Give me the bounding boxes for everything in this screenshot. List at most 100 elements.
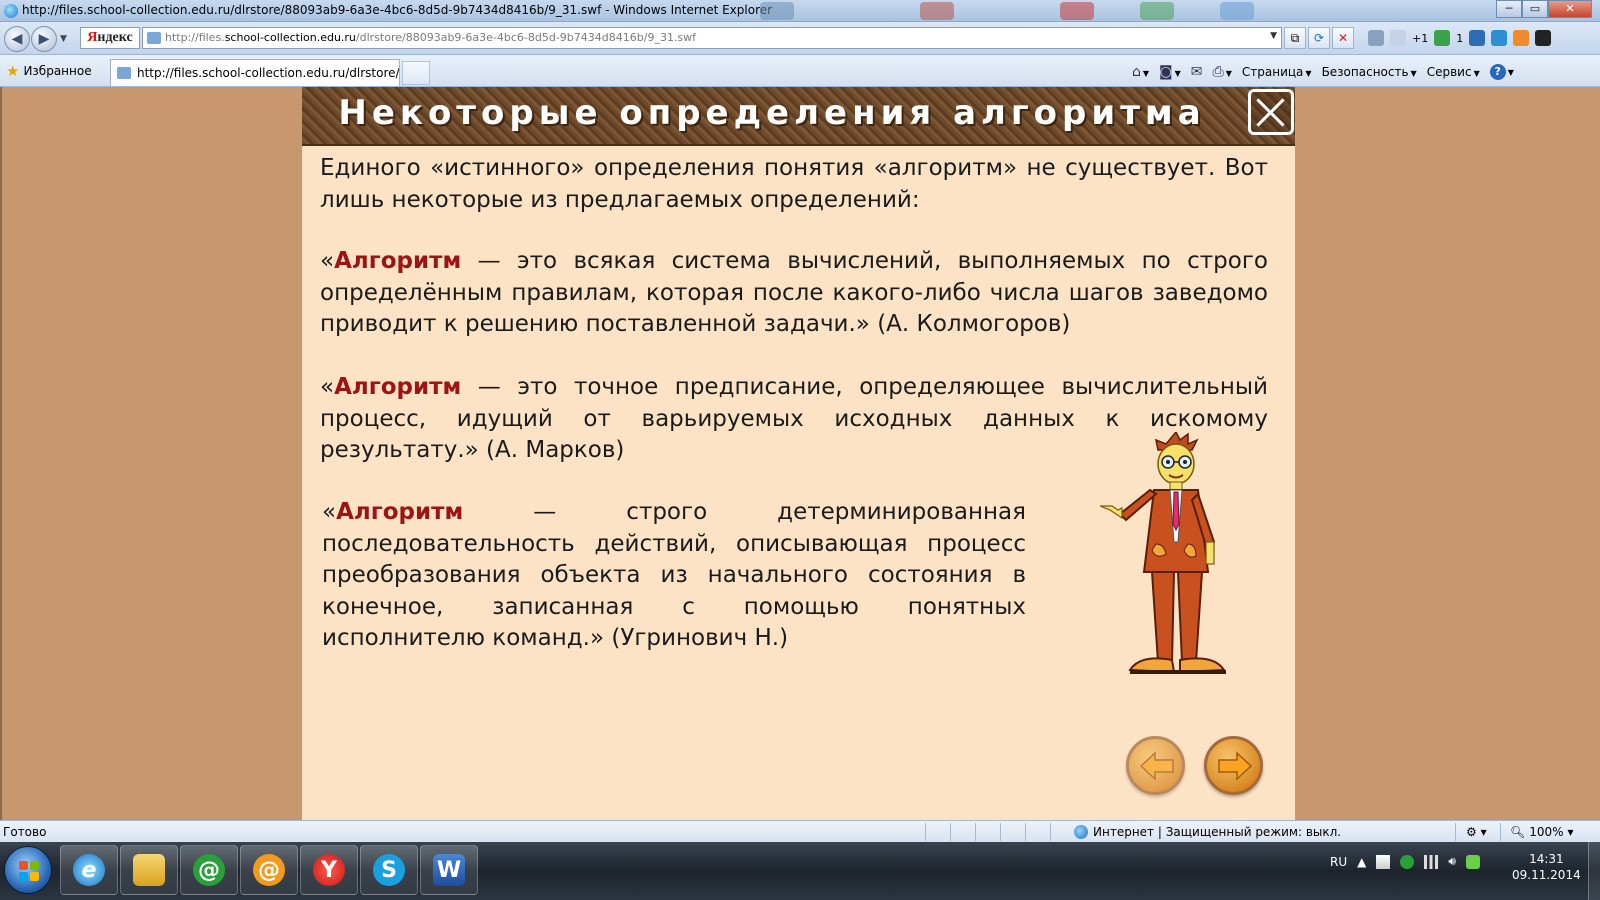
read-mail-button[interactable]: ✉ xyxy=(1191,64,1203,80)
mailru-icon: @ xyxy=(253,854,285,886)
favorites-button[interactable]: ★ Избранное xyxy=(6,61,92,81)
stop-icon: ✕ xyxy=(1337,31,1349,45)
help-menu[interactable]: ? ▼ xyxy=(1489,64,1514,80)
desktop-reflection-decoration xyxy=(760,2,794,20)
minimize-button[interactable]: ─ xyxy=(1496,0,1522,18)
term-algorithm: Алгоритм xyxy=(336,499,464,525)
taskbar-skype-button[interactable]: S xyxy=(360,845,418,895)
url-path: /dlrstore/88093ab9-6a3e-4bc6-8d5d-9b7434… xyxy=(355,31,697,44)
translate-icon[interactable] xyxy=(1491,30,1508,46)
show-desktop-button[interactable] xyxy=(1588,842,1600,900)
status-separator xyxy=(1050,823,1051,841)
stop-button[interactable]: ✕ xyxy=(1332,27,1354,49)
tools-menu-label: Сервис xyxy=(1426,65,1472,79)
clock-date: 09.11.2014 xyxy=(1512,868,1581,882)
print-button[interactable]: ⎙ ▼ xyxy=(1213,64,1232,80)
compatibility-icon: ⧉ xyxy=(1290,31,1300,45)
address-bar: ◀ ▶ ▼ Яндекс http://files.school-collect… xyxy=(0,22,1600,55)
show-hidden-icons-icon[interactable]: ▲ xyxy=(1357,855,1366,869)
url-dropdown-icon[interactable]: ▼ xyxy=(1270,31,1277,41)
tools-addon-icon[interactable] xyxy=(1513,30,1530,46)
close-window-button[interactable]: ✕ xyxy=(1548,0,1592,18)
desktop-reflection-decoration xyxy=(1140,2,1174,20)
yandex-button[interactable]: Яндекс xyxy=(80,27,140,49)
forward-arrow-icon: ▶ xyxy=(38,31,50,47)
rss-icon: ◙ xyxy=(1159,64,1173,80)
mail-agent-tray-icon[interactable] xyxy=(1400,854,1415,869)
protected-mode-icon[interactable]: ⚙ ▾ xyxy=(1466,825,1487,839)
forward-button[interactable]: ▶ xyxy=(31,26,57,52)
star-icon: ★ xyxy=(6,62,20,80)
status-separator xyxy=(1455,823,1456,841)
start-button[interactable] xyxy=(4,846,52,894)
professor-character-illustration xyxy=(1099,432,1226,674)
new-tab-button[interactable] xyxy=(402,61,430,85)
network-icon[interactable] xyxy=(1424,854,1439,869)
maximize-button[interactable]: ▭ xyxy=(1522,0,1548,18)
taskbar-mailru-button[interactable]: @ xyxy=(240,845,298,895)
flag-icon[interactable] xyxy=(1376,854,1391,869)
page-content: Некоторые определения алгоритма Единого … xyxy=(0,87,1600,820)
clock[interactable]: 14:31 09.11.2014 xyxy=(1512,851,1581,883)
recent-pages-dropdown[interactable]: ▼ xyxy=(60,34,67,44)
safety-menu-label: Безопасность xyxy=(1321,65,1409,79)
taskbar-yandex-browser-button[interactable]: Y xyxy=(300,845,358,895)
help-icon: ? xyxy=(1489,64,1506,80)
folder-icon xyxy=(133,854,165,886)
status-separator xyxy=(1000,823,1001,841)
language-indicator[interactable]: RU xyxy=(1330,855,1347,869)
clock-time: 14:31 xyxy=(1529,852,1564,866)
refresh-button[interactable]: ⟳ xyxy=(1308,27,1330,49)
url-input[interactable]: http://files.school-collection.edu.ru/dl… xyxy=(142,27,1282,49)
weather-icon[interactable] xyxy=(1390,30,1406,46)
volume-icon[interactable]: 🔊︎ xyxy=(1448,854,1456,869)
quote-open: « xyxy=(322,499,337,525)
safety-menu[interactable]: Безопасность ▼ xyxy=(1322,65,1417,79)
back-button[interactable]: ◀ xyxy=(4,26,30,52)
slide-header: Некоторые определения алгоритма xyxy=(302,87,1295,146)
ie-icon xyxy=(4,4,18,18)
page-menu[interactable]: Страница ▼ xyxy=(1242,65,1312,79)
status-separator xyxy=(950,823,951,841)
word-icon: W xyxy=(433,854,465,886)
feeds-button[interactable]: ◙ ▼ xyxy=(1159,64,1181,80)
addon-icon[interactable] xyxy=(1469,30,1486,46)
definition-ugrinovich: «Алгоритм — строго детерминированная пос… xyxy=(322,497,1026,655)
taskbar-mail-agent-button[interactable]: @ xyxy=(180,845,238,895)
taskbar-word-button[interactable]: W xyxy=(420,845,478,895)
status-separator xyxy=(925,823,926,841)
refresh-icon: ⟳ xyxy=(1313,31,1325,45)
previous-slide-button[interactable] xyxy=(1126,736,1185,795)
url-host: school-collection.edu.ru xyxy=(224,31,356,44)
status-separator xyxy=(975,823,976,841)
page-menu-label: Страница xyxy=(1241,65,1304,79)
term-algorithm: Алгоритм xyxy=(334,248,462,274)
taskbar-ie-button[interactable]: e xyxy=(60,845,118,895)
tab-favicon-icon xyxy=(117,67,131,79)
desktop-reflection-decoration xyxy=(1060,2,1094,20)
next-slide-button[interactable] xyxy=(1204,736,1263,795)
home-button[interactable]: ⌂ ▼ xyxy=(1132,64,1149,80)
update-icon[interactable] xyxy=(1465,854,1480,869)
mail-icon[interactable] xyxy=(1368,30,1384,46)
printer-icon: ⎙ xyxy=(1212,64,1224,80)
mail-counter-icon[interactable] xyxy=(1434,30,1451,46)
magnifier-icon: 🔍︎ xyxy=(1510,825,1526,839)
frame-border xyxy=(0,87,2,820)
zoom-control[interactable]: 🔍︎ 100% ▾ xyxy=(1510,825,1574,839)
play-icon[interactable] xyxy=(1535,30,1552,46)
mail-counter: 1 xyxy=(1456,31,1464,45)
taskbar-explorer-button[interactable] xyxy=(120,845,178,895)
close-slide-button[interactable] xyxy=(1248,89,1294,135)
taskbar: e @ @ Y S W RU ▲ 🔊︎ 14:31 09.11.2014 xyxy=(0,842,1600,900)
security-zone-label: Интернет | Защищенный режим: выкл. xyxy=(1093,825,1342,839)
yandex-logo-text: ндекс xyxy=(97,30,133,45)
yandex-logo-letter: Я xyxy=(87,30,98,45)
tab-current[interactable]: http://files.school-collection.edu.ru/dl… xyxy=(110,59,400,86)
slide: Некоторые определения алгоритма Единого … xyxy=(302,87,1295,820)
security-zone[interactable]: Интернет | Защищенный режим: выкл. xyxy=(1074,825,1341,839)
compatibility-view-button[interactable]: ⧉ xyxy=(1284,27,1306,49)
tab-bar: ★ Избранное http://files.school-collecti… xyxy=(0,55,1600,87)
tools-menu[interactable]: Сервис ▼ xyxy=(1427,65,1480,79)
page-favicon-icon xyxy=(147,32,161,44)
